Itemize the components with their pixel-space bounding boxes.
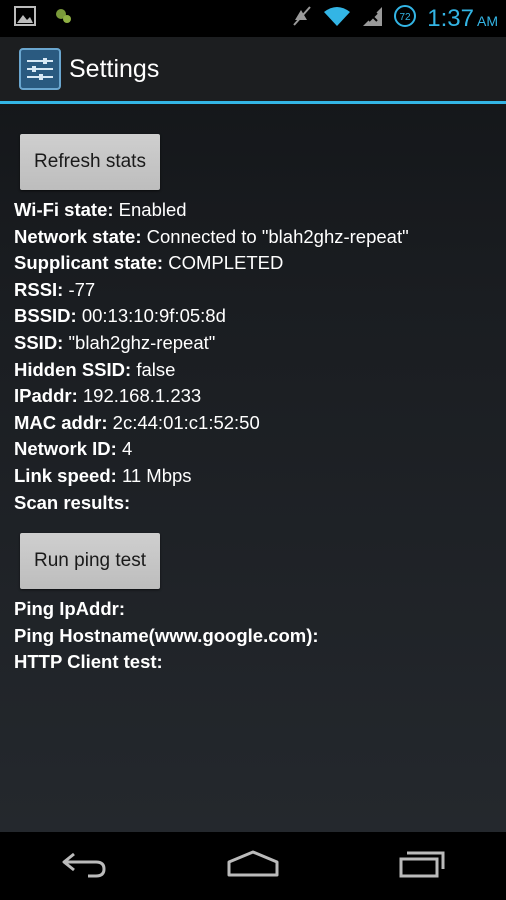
- refresh-stats-button[interactable]: Refresh stats: [20, 134, 160, 190]
- back-icon: [60, 849, 108, 884]
- info-row-http-client-test: HTTP Client test:: [14, 651, 163, 673]
- recent-apps-button[interactable]: [387, 841, 457, 891]
- info-row-scan-results: Scan results:: [14, 491, 131, 513]
- battery-icon: 72: [393, 4, 417, 33]
- info-row-ipaddr: IPaddr: 192.168.1.233: [14, 385, 202, 407]
- info-row-link-speed: Link speed: 11 Mbps: [14, 464, 192, 486]
- info-row-ping-ipaddr: Ping IpAddr:: [14, 598, 125, 619]
- home-icon: [226, 849, 280, 884]
- recent-apps-icon: [397, 849, 447, 884]
- info-row-network-id: Network ID: 4: [14, 438, 133, 460]
- info-row-supplicant-state: Supplicant state: COMPLETED: [14, 252, 284, 274]
- wifi-info-list: Wi-Fi state: Enabled Network state: Conn…: [14, 197, 409, 516]
- info-row-ssid: SSID: "blah2ghz-repeat": [14, 331, 216, 353]
- battery-level: 72: [400, 12, 412, 23]
- info-row-hidden-ssid: Hidden SSID: false: [14, 358, 176, 380]
- action-bar: Settings: [0, 37, 506, 101]
- info-row-bssid: BSSID: 00:13:10:9f:05:8d: [14, 305, 226, 327]
- screen: 72 1:37 AM Settings Refresh stats Wi-Fi …: [0, 0, 506, 900]
- info-row-rssi: RSSI: -77: [14, 278, 96, 300]
- info-row-wifi-state: Wi-Fi state: Enabled: [14, 199, 187, 220]
- info-row-mac-addr: MAC addr: 2c:44:01:c1:52:50: [14, 411, 260, 433]
- wifi-icon: [323, 5, 351, 32]
- content-area: Refresh stats Wi-Fi state: Enabled Netwo…: [0, 104, 506, 832]
- ping-info-list: Ping IpAddr: Ping Hostname(www.google.co…: [14, 596, 319, 676]
- page-title: Settings: [69, 54, 160, 83]
- clock: 1:37 AM: [427, 5, 498, 33]
- cell-signal-icon: [361, 5, 383, 32]
- info-row-ping-hostname: Ping Hostname(www.google.com):: [14, 624, 319, 646]
- clock-ampm: AM: [477, 12, 498, 29]
- settings-app-icon[interactable]: [19, 48, 61, 90]
- home-button[interactable]: [218, 841, 288, 891]
- clock-time: 1:37: [427, 4, 474, 32]
- back-button[interactable]: [49, 841, 119, 891]
- mute-icon: [291, 5, 313, 32]
- run-ping-test-button[interactable]: Run ping test: [20, 533, 160, 589]
- app-notification-icon: [54, 6, 74, 31]
- navigation-bar: [0, 832, 506, 900]
- gallery-notification-icon: [14, 6, 36, 31]
- status-bar: 72 1:37 AM: [0, 0, 506, 37]
- info-row-network-state: Network state: Connected to "blah2ghz-re…: [14, 225, 409, 247]
